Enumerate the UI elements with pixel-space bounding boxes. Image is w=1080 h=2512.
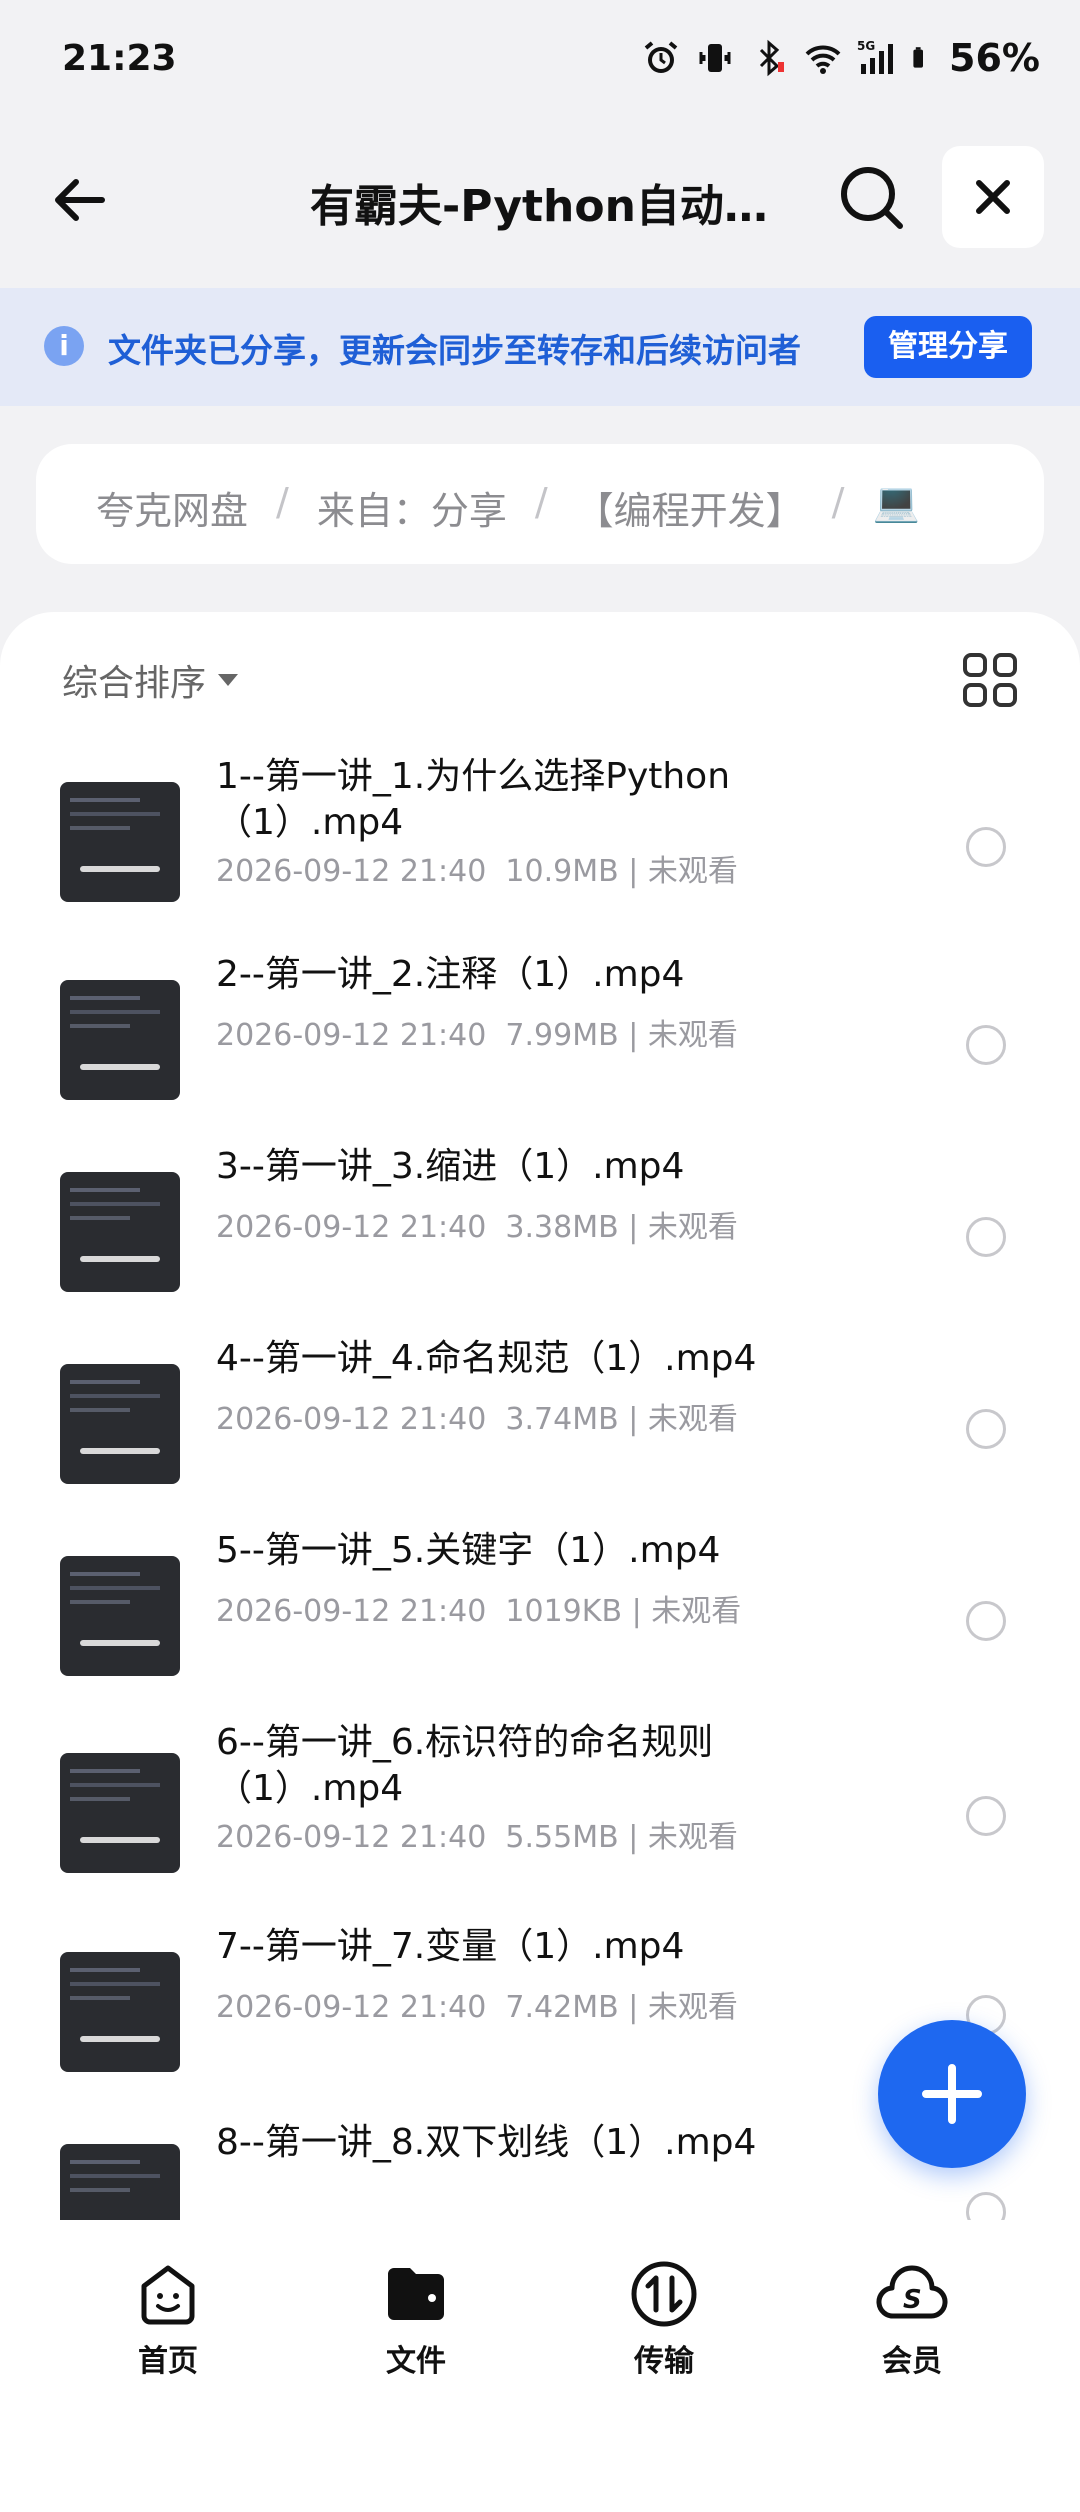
info-icon: i [44,326,84,366]
status-bar: 21:23 5G 56% [0,0,1080,120]
signal-icon: 5G [857,39,894,74]
tab-home[interactable]: 首页 [88,2258,248,2380]
svg-text:5G: 5G [857,39,875,53]
home-icon [141,2265,195,2325]
video-thumbnail [60,782,180,902]
breadcrumb: 夸克网盘 / 来自：分享 / 【编程开发】 / 💻 [36,444,1044,564]
breadcrumb-separator: / [276,480,289,524]
file-name: 6--第一讲_6.标识符的命名规则（1）.mp4 [216,1722,714,1809]
file-meta: 2026-09-12 21:40 5.55MB | 未观看 [216,1820,738,1855]
sort-selector[interactable]: 综合排序 [62,654,239,706]
breadcrumb-item[interactable]: 夸克网盘 [96,480,248,535]
video-thumbnail [60,1556,180,1676]
file-name: 1--第一讲_1.为什么选择Python（1）.mp4 [216,756,731,843]
grid-view-icon[interactable] [962,652,1018,708]
file-name: 3--第一讲_3.缩进（1）.mp4 [216,1146,685,1187]
select-radio[interactable] [966,1601,1006,1641]
video-thumbnail [60,980,180,1100]
tab-transfer[interactable]: 传输 [584,2258,744,2380]
video-thumbnail [60,2144,180,2220]
select-radio[interactable] [966,1796,1006,1836]
tab-member[interactable]: S 会员 [832,2258,992,2380]
close-button[interactable] [942,146,1044,248]
status-icons: 5G 56% [641,36,1040,80]
video-thumbnail [60,1952,180,2072]
tab-label: 会员 [882,2344,942,2379]
bluetooth-icon [759,39,785,77]
video-thumbnail [60,1753,180,1873]
vibrate-icon [699,44,731,72]
file-name: 2--第一讲_2.注释（1）.mp4 [216,954,685,995]
plus-icon [922,2064,982,2124]
select-radio[interactable] [966,1217,1006,1257]
file-meta: 2026-09-12 21:40 7.42MB | 未观看 [216,1990,738,2025]
breadcrumb-item[interactable]: 来自：分享 [317,480,507,535]
breadcrumb-item[interactable]: 【编程开发】 [576,480,804,535]
file-meta: 2026-09-12 21:40 3.74MB | 未观看 [216,1402,738,1437]
select-radio[interactable] [966,1409,1006,1449]
member-icon: S [876,2265,948,2319]
tab-files[interactable]: 文件 [336,2258,496,2380]
select-radio[interactable] [966,827,1006,867]
tab-label: 文件 [386,2344,446,2379]
add-button[interactable] [878,2020,1026,2168]
video-thumbnail [60,1364,180,1484]
svg-text:S: S [903,2285,922,2315]
file-name: 5--第一讲_5.关键字（1）.mp4 [216,1530,721,1571]
header: 有霸夫-Python自动... [0,140,1080,260]
select-radio[interactable] [966,1025,1006,1065]
alarm-icon [644,41,678,73]
file-meta: 2026-09-12 21:40 7.99MB | 未观看 [216,1018,738,1053]
back-arrow-icon[interactable] [48,168,112,232]
transfer-icon [631,2261,697,2327]
close-icon [976,180,1010,214]
bottom-tab-bar: 首页 文件 传输 S 会员 [0,2220,1080,2412]
manage-share-button[interactable]: 管理分享 [864,316,1032,378]
battery-percent: 56% [949,36,1040,80]
share-banner-text: 文件夹已分享，更新会同步至转存和后续访问者 [108,331,801,370]
file-name: 7--第一讲_7.变量（1）.mp4 [216,1926,685,1967]
file-meta: 2026-09-12 21:40 10.9MB | 未观看 [216,854,738,889]
video-thumbnail [60,1172,180,1292]
caret-down-icon [218,674,239,686]
tab-label: 传输 [634,2344,694,2379]
status-time: 21:23 [62,38,177,79]
breadcrumb-item[interactable]: 💻 [872,480,919,535]
file-name: 8--第一讲_8.双下划线（1）.mp4 [216,2122,757,2163]
wifi-icon [805,45,841,74]
select-radio[interactable] [966,2192,1006,2220]
battery-icon [913,47,924,68]
breadcrumb-separator: / [534,480,548,524]
file-name: 4--第一讲_4.命名规范（1）.mp4 [216,1338,757,1379]
search-icon[interactable] [836,162,908,234]
breadcrumb-separator: / [831,480,845,524]
tab-label: 首页 [138,2344,198,2379]
folder-icon [388,2268,444,2320]
share-banner: i 文件夹已分享，更新会同步至转存和后续访问者 管理分享 [0,288,1080,406]
file-meta: 2026-09-12 21:40 3.38MB | 未观看 [216,1210,738,1245]
page-title: 有霸夫-Python自动... [310,181,770,232]
file-meta: 2026-09-12 21:40 1019KB | 未观看 [216,1594,742,1629]
sort-label: 综合排序 [62,663,207,704]
